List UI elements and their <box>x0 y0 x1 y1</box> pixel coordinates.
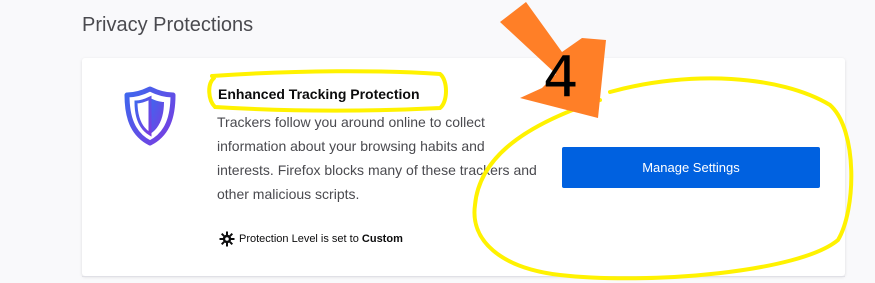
protection-level-text: Protection Level is set to Custom <box>239 233 403 245</box>
card-divider <box>82 276 845 277</box>
card-description: Trackers follow you around online to col… <box>217 114 537 202</box>
protection-level-status: Protection Level is set to Custom <box>219 231 403 247</box>
step-number: 4 <box>543 45 579 110</box>
card-title: Enhanced Tracking Protection <box>218 86 420 102</box>
shield-icon <box>124 86 176 146</box>
protection-level-value: Custom <box>361 233 403 245</box>
manage-settings-button[interactable]: Manage Settings <box>562 147 820 188</box>
gear-icon <box>219 231 235 247</box>
section-title: Privacy Protections <box>82 14 254 36</box>
